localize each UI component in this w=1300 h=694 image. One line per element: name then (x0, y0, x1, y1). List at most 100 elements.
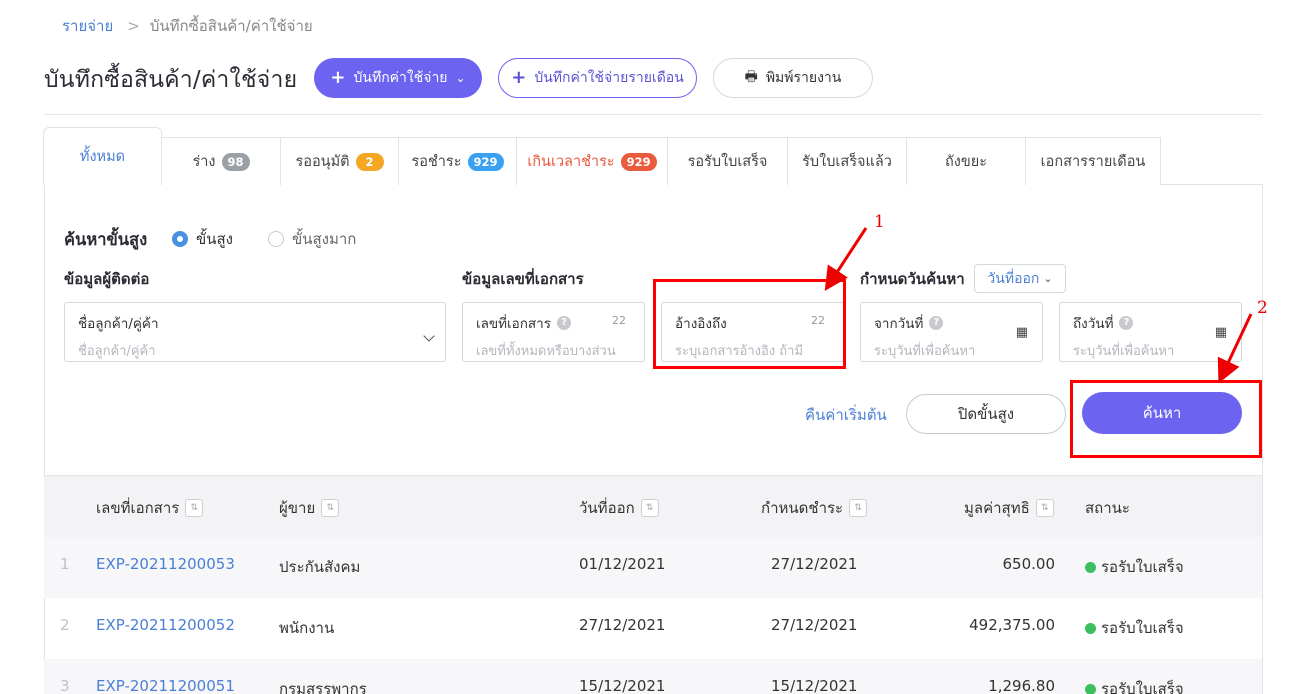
status-badge: รอรับใบเสร็จ (1085, 555, 1184, 579)
issue-date: 15/12/2021 (579, 677, 666, 694)
vendor-name: พนักงาน (279, 619, 335, 637)
tab-pending-approval[interactable]: รออนุมัติ 2 (280, 137, 399, 185)
field-label: เลขที่เอกสาร (476, 316, 551, 332)
radio-advanced[interactable]: ขั้นสูง (172, 227, 233, 251)
advanced-search-title: ค้นหาขั้นสูง (64, 230, 148, 249)
status-label: รอรับใบเสร็จ (1101, 680, 1184, 694)
document-link[interactable]: EXP-20211200052 (96, 616, 235, 634)
calendar-icon[interactable]: ▦ (1215, 325, 1227, 340)
printer-icon: 🖶 (744, 69, 758, 85)
radio-label: ขั้นสูง (196, 230, 233, 248)
column-issue-date[interactable]: วันที่ออก ⇅ (579, 496, 659, 520)
plus-icon: + (511, 67, 527, 88)
tab-label: รออนุมัติ (295, 154, 350, 170)
tab-pending-payment[interactable]: รอชำระ 929 (398, 137, 517, 185)
tab-label: ร่าง (192, 154, 216, 170)
document-number-field[interactable]: เลขที่เอกสาร ? 22 เลขที่ทั้งหมดหรือบางส่… (462, 302, 645, 362)
chevron-down-icon: ⌄ (455, 71, 466, 85)
tab-label: รอรับใบเสร็จ (687, 154, 768, 170)
sort-icon[interactable]: ⇅ (640, 499, 659, 517)
help-icon[interactable]: ? (929, 316, 944, 330)
column-net-amount[interactable]: มูลค่าสุทธิ ⇅ (964, 496, 1054, 520)
radio-selected-icon (172, 231, 188, 247)
tab-trash[interactable]: ถังขยะ (906, 137, 1026, 185)
net-amount: 650.00 (1002, 555, 1056, 573)
sort-icon[interactable]: ⇅ (849, 499, 868, 517)
status-badge: รอรับใบเสร็จ (1085, 616, 1184, 640)
issue-date: 01/12/2021 (579, 555, 666, 573)
document-link[interactable]: EXP-20211200051 (96, 677, 235, 694)
highlight-box-reference (653, 279, 846, 369)
breadcrumb-separator: > (127, 17, 140, 35)
column-status: สถานะ (1085, 496, 1130, 520)
column-label: วันที่ออก (579, 499, 635, 517)
add-expense-button[interactable]: + บันทึกค่าใช้จ่าย ⌄ (314, 58, 482, 98)
date-type-select[interactable]: วันที่ออก ⌄ (974, 264, 1066, 293)
help-icon[interactable]: ? (556, 316, 571, 330)
document-link[interactable]: EXP-20211200053 (96, 555, 235, 573)
tab-receipt-received[interactable]: รับใบเสร็จแล้ว (787, 137, 907, 185)
column-vendor[interactable]: ผู้ขาย ⇅ (279, 496, 340, 520)
tab-label: ทั้งหมด (79, 149, 126, 165)
breadcrumb-root-link[interactable]: รายจ่าย (62, 14, 113, 38)
date-type-value: วันที่ออก (987, 270, 1040, 287)
row-index: 1 (60, 555, 70, 573)
column-due-date[interactable]: กำหนดชำระ ⇅ (761, 496, 868, 520)
count-badge: 929 (620, 152, 657, 171)
issue-date: 27/12/2021 (579, 616, 666, 634)
tab-overdue[interactable]: เกินเวลาชำระ 929 (516, 137, 668, 185)
date-to-field[interactable]: ถึงวันที่ ? ระบุวันที่เพื่อค้นหา ▦ (1059, 302, 1242, 362)
plus-icon: + (330, 67, 346, 88)
column-label: กำหนดชำระ (761, 499, 844, 517)
add-monthly-expense-button[interactable]: + บันทึกค่าใช้จ่ายรายเดือน (498, 58, 697, 98)
status-label: รอรับใบเสร็จ (1101, 619, 1184, 637)
calendar-icon[interactable]: ▦ (1016, 325, 1028, 340)
field-placeholder: ชื่อลูกค้า/คู่ค้า (78, 344, 156, 359)
tab-label: เอกสารรายเดือน (1040, 154, 1146, 170)
sort-icon[interactable]: ⇅ (185, 499, 204, 517)
close-advanced-button[interactable]: ปิดขั้นสูง (906, 394, 1066, 434)
column-doc-no[interactable]: เลขที่เอกสาร ⇅ (96, 496, 204, 520)
print-report-label: พิมพ์รายงาน (765, 70, 842, 86)
due-date: 15/12/2021 (771, 677, 858, 694)
column-label: ผู้ขาย (279, 499, 316, 517)
count-badge: 2 (355, 152, 384, 171)
tab-all[interactable]: ทั้งหมด (43, 127, 162, 185)
vendor-name: กรมสรรพากร (279, 680, 367, 694)
annotation-number-2: 2 (1257, 298, 1268, 318)
char-counter: 22 (612, 314, 626, 327)
tab-awaiting-receipt[interactable]: รอรับใบเสร็จ (667, 137, 788, 185)
status-dot-icon (1085, 623, 1096, 634)
close-advanced-label: ปิดขั้นสูง (957, 405, 1015, 423)
help-icon[interactable]: ? (1119, 316, 1134, 330)
page-title: บันทึกซื้อสินค้า/ค่าใช้จ่าย (44, 67, 298, 93)
add-expense-label: บันทึกค่าใช้จ่าย (353, 70, 448, 86)
breadcrumb-current: บันทึกซื้อสินค้า/ค่าใช้จ่าย (149, 17, 313, 35)
column-label: มูลค่าสุทธิ (964, 499, 1030, 517)
field-label: ชื่อลูกค้า/คู่ค้า (78, 316, 159, 332)
tab-monthly-documents[interactable]: เอกสารรายเดือน (1025, 137, 1161, 185)
radio-very-advanced[interactable]: ขั้นสูงมาก (268, 227, 356, 251)
document-section-label: ข้อมูลเลขที่เอกสาร (462, 270, 584, 288)
due-date: 27/12/2021 (771, 616, 858, 634)
add-monthly-label: บันทึกค่าใช้จ่ายรายเดือน (534, 70, 684, 86)
row-index: 2 (60, 616, 70, 634)
sort-icon[interactable]: ⇅ (321, 499, 340, 517)
contact-section-label: ข้อมูลผู้ติดต่อ (64, 270, 150, 288)
tab-label: ถังขยะ (944, 154, 988, 170)
column-label: สถานะ (1085, 499, 1130, 517)
date-section-label: กำหนดวันค้นหา (860, 270, 965, 288)
status-dot-icon (1085, 684, 1096, 694)
radio-label: ขั้นสูงมาก (292, 230, 357, 248)
reset-link[interactable]: คืนค่าเริ่มต้น (805, 403, 887, 427)
contact-field[interactable]: ชื่อลูกค้า/คู่ค้า ชื่อลูกค้า/คู่ค้า (64, 302, 446, 362)
print-report-button[interactable]: 🖶 พิมพ์รายงาน (713, 58, 873, 98)
field-label-row: จากวันที่ ? (874, 312, 1030, 334)
due-date: 27/12/2021 (771, 555, 858, 573)
status-label: รอรับใบเสร็จ (1101, 558, 1184, 576)
breadcrumb: รายจ่าย > บันทึกซื้อสินค้า/ค่าใช้จ่าย (62, 14, 313, 38)
date-from-field[interactable]: จากวันที่ ? ระบุวันที่เพื่อค้นหา ▦ (860, 302, 1043, 362)
sort-icon[interactable]: ⇅ (1035, 499, 1054, 517)
status-tabs: ทั้งหมด ร่าง 98 รออนุมัติ 2 รอชำระ 929 เ… (43, 127, 1161, 185)
tab-draft[interactable]: ร่าง 98 (161, 137, 281, 185)
